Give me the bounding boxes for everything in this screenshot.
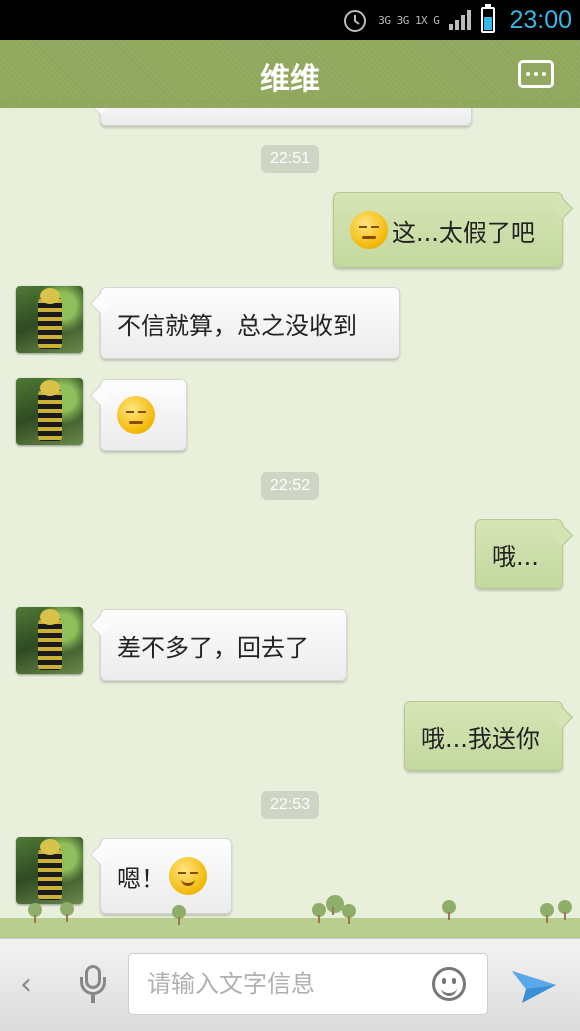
battery-level [484, 16, 493, 30]
avatar[interactable] [16, 286, 83, 353]
microphone-icon[interactable] [78, 965, 108, 1005]
avatar[interactable] [16, 378, 83, 445]
tree-decoration [60, 902, 74, 922]
sweat-face-icon [350, 211, 388, 249]
status-bar: 3G 3G 1X G 23:00 [0, 0, 580, 40]
message-bubble-incoming[interactable]: 差不多了，回去了 [100, 609, 347, 681]
message-text: 这...太假了吧 [392, 218, 535, 247]
message-text: 差不多了，回去了 [117, 633, 309, 662]
network-indicator: 3G 3G 1X G [378, 13, 440, 27]
message-bubble-outgoing[interactable]: 哦... [475, 519, 563, 589]
message-bubble-incoming[interactable] [100, 379, 187, 451]
title-bar: 维维 [0, 40, 580, 108]
tree-decoration [442, 900, 456, 920]
more-icon [526, 72, 530, 76]
smirk-face-icon [117, 396, 155, 434]
tree-decoration [558, 900, 572, 920]
tree-decoration [342, 904, 356, 924]
tree-decoration [28, 903, 42, 923]
message-bubble-incoming[interactable]: 不信就算，总之没收到 [100, 287, 400, 359]
tree-decoration [312, 903, 326, 923]
message-text: 不信就算，总之没收到 [117, 311, 357, 340]
timestamp: 22:51 [260, 145, 320, 173]
paper-plane-icon[interactable] [510, 963, 558, 1007]
message-bubble-incoming[interactable]: 嗯！ [100, 838, 232, 914]
chat-title: 维维 [260, 62, 320, 97]
avatar[interactable] [16, 837, 83, 904]
ground-decoration [0, 918, 580, 938]
tree-decoration [172, 905, 186, 925]
timestamp: 22:53 [260, 791, 320, 819]
smile-face-icon [169, 857, 207, 895]
avatar[interactable] [16, 607, 83, 674]
message-text: 哦... [492, 542, 539, 571]
tree-decoration [540, 903, 554, 923]
status-icons: 3G 3G 1X G 23:00 [342, 0, 572, 40]
battery-icon [481, 4, 496, 33]
timestamp: 22:52 [260, 472, 320, 500]
message-bubble-outgoing[interactable]: 这...太假了吧 [333, 192, 563, 268]
alarm-icon [344, 10, 367, 32]
smiley-icon[interactable] [432, 967, 466, 1001]
status-time: 23:00 [509, 5, 572, 34]
chevron-left-icon[interactable]: ‹ [20, 967, 32, 1002]
message-bubble-cut [100, 108, 472, 126]
input-bar: ‹ [0, 938, 580, 1031]
chat-area[interactable]: 22:51 这...太假了吧 不信就算，总之没收到 22:52 哦... 差不多… [0, 108, 580, 938]
signal-icon [449, 10, 472, 30]
message-bubble-outgoing[interactable]: 哦...我送你 [404, 701, 563, 771]
message-text: 嗯！ [117, 864, 165, 893]
more-button[interactable] [518, 60, 554, 88]
message-text: 哦...我送你 [421, 724, 540, 753]
